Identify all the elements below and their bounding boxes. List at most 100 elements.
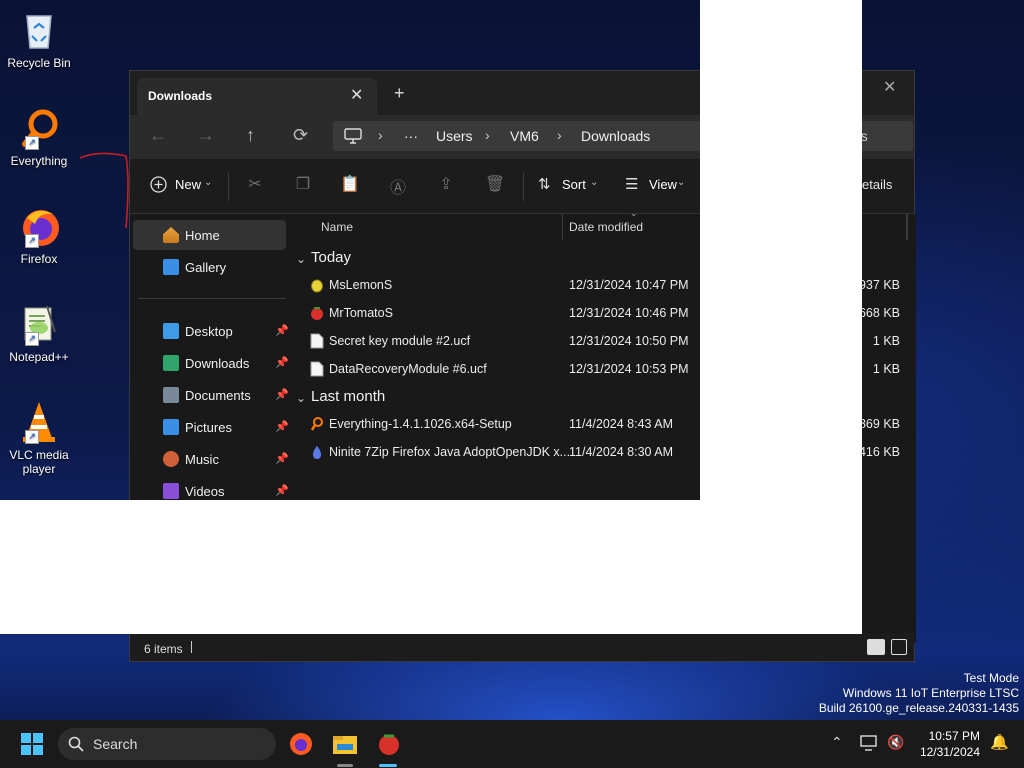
taskbar: Search ⌃ 🔇 10:57 PM 12/31/2024 🔔	[0, 720, 1024, 768]
sidebar-item-desktop[interactable]: Desktop 📌	[133, 316, 289, 346]
sidebar-item-gallery[interactable]: Gallery	[133, 252, 286, 282]
breadcrumb-more[interactable]: ···	[404, 128, 418, 144]
taskbar-search-box[interactable]: Search	[58, 728, 276, 760]
toolbar-divider	[523, 173, 524, 201]
file-icon	[310, 361, 324, 377]
file-date: 12/31/2024 10:53 PM	[569, 362, 689, 376]
start-button[interactable]	[21, 733, 43, 755]
group-header-last-month[interactable]: Last month	[311, 388, 385, 405]
column-header-name[interactable]: Name	[321, 220, 353, 234]
search-icon	[68, 736, 84, 752]
cut-icon[interactable]: ✂	[244, 174, 266, 196]
column-divider[interactable]	[562, 214, 563, 240]
desktop-icon-firefox[interactable]: ↗ Firefox	[0, 204, 78, 266]
vlc-cone-icon: ↗	[17, 400, 61, 444]
scrollbar[interactable]	[906, 214, 908, 240]
network-icon[interactable]	[860, 735, 878, 751]
music-folder-icon	[163, 451, 179, 467]
os-edition-label: Windows 11 IoT Enterprise LTSC	[842, 686, 1019, 700]
sidebar-item-pictures[interactable]: Pictures 📌	[133, 412, 289, 442]
this-pc-icon	[344, 128, 362, 144]
file-date: 12/31/2024 10:47 PM	[569, 278, 689, 292]
clock-time[interactable]: 10:57 PM	[929, 729, 980, 743]
everything-search-icon	[310, 417, 323, 431]
breadcrumb-downloads[interactable]: Downloads	[581, 128, 650, 144]
item-count: 6 items	[144, 642, 183, 656]
window-close-button[interactable]: ✕	[883, 77, 896, 97]
downloads-folder-icon	[163, 355, 179, 371]
pin-icon: 📌	[275, 357, 289, 369]
notification-bell-icon[interactable]: 🔔	[990, 733, 1009, 751]
column-header-date[interactable]: Date modified	[569, 220, 643, 234]
status-divider	[191, 641, 192, 653]
breadcrumb-vm6[interactable]: VM6	[510, 128, 539, 144]
sidebar-item-label: Desktop	[185, 324, 233, 339]
sidebar-item-music[interactable]: Music 📌	[133, 444, 289, 474]
file-size: 1 KB	[872, 334, 900, 348]
rename-icon[interactable]: Ⓐ	[387, 174, 409, 197]
running-indicator	[337, 764, 353, 767]
file-explorer-icon[interactable]	[332, 732, 358, 756]
file-name: Ninite 7Zip Firefox Java AdoptOpenJDK x.…	[329, 445, 571, 459]
sort-indicator-icon: ⌄	[630, 208, 638, 218]
chevron-right-icon: ›	[485, 127, 490, 143]
desktop-icon-everything[interactable]: ↗ Everything	[0, 106, 78, 168]
active-app-indicator	[379, 764, 397, 767]
pin-icon: 📌	[275, 485, 289, 497]
share-icon[interactable]: ⇪	[435, 174, 457, 196]
delete-icon[interactable]: 🗑	[484, 174, 506, 196]
file-date: 11/4/2024 8:30 AM	[569, 445, 674, 459]
chevron-right-icon: ›	[378, 127, 383, 143]
up-button[interactable]: ↑	[246, 125, 255, 146]
details-button[interactable]: etails	[862, 177, 892, 192]
desktop-icon-notepad-plus-plus[interactable]: ↗ Notepad++	[0, 302, 78, 364]
sort-button[interactable]: ⇅ Sort ⌄	[538, 175, 602, 199]
group-collapse-chevron-icon[interactable]: ⌄	[296, 252, 306, 266]
view-button[interactable]: ☰ View ⌄	[625, 175, 691, 199]
desktop-icon-label: Notepad++	[9, 350, 69, 364]
tiles-view-toggle-icon[interactable]	[891, 639, 907, 655]
new-tab-button[interactable]: +	[394, 83, 405, 104]
copy-icon[interactable]: ❐	[292, 174, 314, 196]
group-header-today[interactable]: Today	[311, 249, 351, 266]
sidebar-item-label: Videos	[185, 484, 225, 499]
pin-icon: 📌	[275, 325, 289, 337]
desktop-folder-icon	[163, 323, 179, 339]
search-placeholder: Search	[93, 736, 138, 752]
toolbar-divider	[228, 173, 229, 201]
tab-close-icon[interactable]: ✕	[350, 85, 363, 105]
sidebar-item-documents[interactable]: Documents 📌	[133, 380, 289, 410]
status-bar: 6 items	[130, 633, 914, 661]
tomato-app-icon[interactable]	[376, 732, 402, 756]
sidebar-item-home[interactable]: Home	[133, 220, 286, 250]
chevron-up-icon[interactable]: ⌃	[831, 734, 843, 751]
documents-folder-icon	[163, 387, 179, 403]
sidebar-item-label: Music	[185, 452, 219, 467]
group-collapse-chevron-icon[interactable]: ⌄	[296, 391, 306, 405]
new-button-label: New	[175, 177, 202, 192]
file-name: Everything-1.4.1.1026.x64-Setup	[329, 417, 512, 431]
firefox-icon: ↗	[17, 204, 61, 248]
desktop-icon-label: Firefox	[20, 252, 58, 266]
pictures-folder-icon	[163, 419, 179, 435]
back-button[interactable]: ←	[149, 125, 167, 146]
forward-button[interactable]: →	[197, 125, 215, 146]
shortcut-arrow-icon: ↗	[25, 430, 39, 444]
chevron-down-icon: ⌄	[204, 177, 213, 188]
breadcrumb-users[interactable]: Users	[436, 128, 473, 144]
new-button[interactable]: New ⌄	[150, 175, 230, 199]
paste-icon[interactable]: 📋	[339, 174, 361, 196]
sidebar-item-label: Documents	[185, 388, 251, 403]
desktop-icon-vlc[interactable]: ↗ VLC media player	[0, 400, 78, 476]
file-name: MsLemonS	[329, 278, 393, 292]
volume-muted-icon[interactable]: 🔇	[887, 734, 904, 751]
sidebar-item-downloads[interactable]: Downloads 📌	[133, 348, 289, 378]
clock-date[interactable]: 12/31/2024	[920, 745, 980, 759]
view-button-label: View	[649, 177, 677, 192]
firefox-icon[interactable]	[288, 732, 314, 756]
desktop-icon-recycle-bin[interactable]: Recycle Bin	[0, 8, 78, 70]
tab-downloads[interactable]: Downloads ✕	[137, 78, 377, 115]
chevron-down-icon: ⌄	[677, 177, 686, 188]
details-view-toggle-icon[interactable]	[867, 639, 885, 655]
refresh-button[interactable]: ⟳	[293, 125, 308, 146]
